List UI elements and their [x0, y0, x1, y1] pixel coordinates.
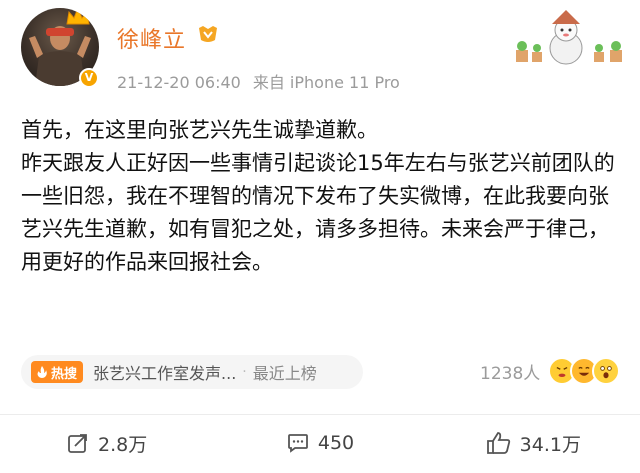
hot-search-separator: ·: [242, 364, 247, 380]
weibo-post-card: V 徐峰立 21-12-20 06:40 来自 iPhone 11 Pro 首先…: [0, 0, 640, 473]
post-line-1: 首先，在这里向张艺兴先生诚挚道歉。: [21, 118, 378, 142]
hot-search-badge: 热搜: [31, 361, 84, 383]
comment-icon: [287, 434, 308, 453]
flame-icon: [37, 366, 47, 378]
comment-count: 450: [317, 432, 355, 454]
share-count: 2.8万: [98, 433, 148, 456]
share-button[interactable]: 2.8万: [0, 418, 213, 468]
post-meta: 21-12-20 06:40 来自 iPhone 11 Pro: [117, 69, 400, 93]
hot-search-subtitle: 最近上榜: [252, 364, 317, 383]
verified-badge: V: [79, 68, 99, 88]
post-timestamp: 21-12-20 06:40: [117, 73, 241, 92]
vip-icon[interactable]: [196, 22, 220, 46]
hot-search-badge-label: 热搜: [51, 366, 78, 382]
avatar[interactable]: V: [21, 8, 99, 88]
surprised-emoji-icon: [592, 357, 621, 385]
like-count: 34.1万: [519, 433, 581, 456]
action-bar: 2.8万 450 34.1万: [0, 418, 640, 468]
like-button[interactable]: 34.1万: [427, 418, 640, 468]
cartoon-character: [549, 10, 583, 65]
pot-plant-left: [516, 41, 542, 62]
post-line-2: 昨天跟友人正好因一些事情引起谈论15年左右与张艺兴前团队的一些旧怨，我在不理智的…: [21, 151, 615, 274]
like-icon: [486, 432, 510, 454]
post-device: 来自 iPhone 11 Pro: [252, 73, 400, 92]
user-name[interactable]: 徐峰立: [117, 22, 186, 54]
reaction-count: 1238人: [480, 363, 541, 384]
post-body: 首先，在这里向张艺兴先生诚挚道歉。 昨天跟友人正好因一些事情引起谈论15年左右与…: [21, 114, 621, 279]
share-icon: [68, 434, 87, 453]
reactions[interactable]: 1238人: [480, 357, 621, 385]
footer-divider: [0, 414, 640, 415]
decoration-sticker: [516, 10, 622, 65]
comment-button[interactable]: 450: [213, 418, 426, 468]
hot-search-bar[interactable]: 热搜 张艺兴工作室发声... · 最近上榜: [21, 355, 363, 389]
pot-plant-right: [594, 41, 622, 62]
hot-search-title: 张艺兴工作室发声...: [93, 364, 237, 383]
